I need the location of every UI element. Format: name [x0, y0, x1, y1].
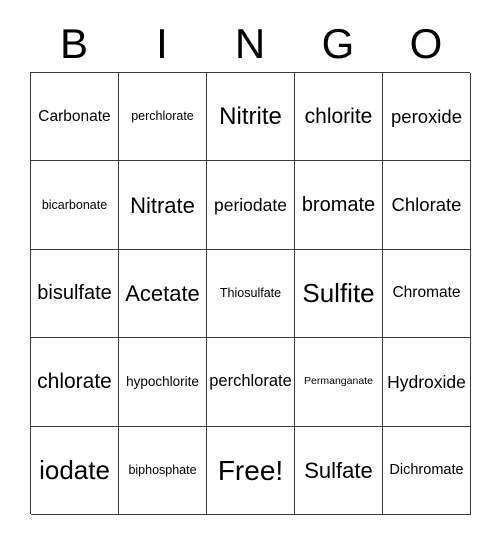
bingo-cell[interactable]: iodate [31, 426, 119, 515]
bingo-cell-label: hypochlorite [126, 373, 199, 389]
bingo-cell-label: perchlorate [209, 372, 292, 391]
bingo-cell-label: Nitrite [219, 103, 282, 131]
bingo-cell-label: bromate [301, 193, 376, 216]
bingo-cell-label: perchlorate [131, 109, 194, 124]
bingo-cell[interactable]: Dichromate [383, 426, 471, 515]
bingo-cell-label: Carbonate [38, 107, 111, 125]
bingo-cell[interactable]: Chlorate [383, 161, 471, 250]
bingo-cell[interactable]: Chromate [383, 249, 471, 339]
bingo-cell-free[interactable]: Free! [207, 426, 295, 515]
bingo-cell[interactable]: perchlorate [207, 338, 295, 427]
bingo-cell-label: biphosphate [128, 462, 197, 477]
bingo-cell[interactable]: peroxide [383, 73, 471, 162]
bingo-cell-label: peroxide [391, 105, 462, 127]
bingo-cell[interactable]: Sulfate [295, 426, 383, 515]
bingo-cell[interactable]: Hydroxide [383, 338, 471, 427]
bingo-cell[interactable]: hypochlorite [119, 338, 207, 427]
bingo-cell[interactable]: periodate [207, 161, 295, 250]
bingo-cell[interactable]: bisulfate [31, 249, 119, 339]
bingo-cell[interactable]: Acetate [119, 249, 207, 339]
bingo-cell-label: bisulfate [37, 281, 112, 304]
bingo-cell-label: Sulfate [304, 457, 373, 483]
bingo-cell-label: Sulfite [302, 277, 375, 308]
bingo-cell[interactable]: Sulfite [295, 249, 383, 339]
bingo-header-row: BINGO [30, 16, 470, 72]
bingo-header-letter-o: O [409, 20, 443, 67]
bingo-header-letter-i: I [156, 20, 168, 67]
bingo-cell-label: Nitrate [130, 192, 195, 218]
bingo-cell-label: Dichromate [389, 461, 464, 478]
bingo-cell-label: Chlorate [391, 194, 462, 216]
bingo-cell-label: Thiosulfate [219, 285, 282, 300]
bingo-cell-label: chlorate [37, 369, 112, 393]
bingo-cell[interactable]: chlorate [31, 338, 119, 427]
bingo-cell[interactable]: Nitrate [119, 161, 207, 250]
bingo-cell[interactable]: bicarbonate [31, 161, 119, 250]
bingo-cell-label: Chromate [392, 284, 461, 302]
bingo-cell-label: bicarbonate [41, 197, 108, 212]
bingo-cell[interactable]: Thiosulfate [207, 249, 295, 339]
bingo-cell-label: periodate [214, 194, 287, 215]
bingo-cell[interactable]: Permanganate [295, 338, 383, 427]
bingo-cell-label: Permanganate [304, 375, 373, 388]
bingo-cell[interactable]: chlorite [295, 73, 383, 162]
bingo-cell-label: Free! [217, 454, 284, 486]
bingo-card: B I N G O Carbonate perchlorate Nitrite chlorit… [0, 0, 500, 544]
bingo-cell[interactable]: perchlorate [119, 73, 207, 162]
bingo-grid: Carbonate perchlorate Nitrite chlorite perox… [30, 72, 471, 515]
bingo-header-letter-g: G [321, 20, 355, 67]
bingo-cell-label: Hydroxide [387, 371, 466, 392]
bingo-cell[interactable]: bromate [295, 161, 383, 250]
bingo-cell[interactable]: biphosphate [119, 426, 207, 515]
bingo-cell-label: chlorite [304, 104, 373, 128]
bingo-cell-label: Acetate [125, 280, 200, 306]
bingo-header-letter-n: N [234, 20, 266, 67]
bingo-cell-label: iodate [39, 454, 110, 485]
bingo-cell[interactable]: Carbonate [31, 73, 119, 162]
bingo-cell[interactable]: Nitrite [207, 73, 295, 162]
bingo-header-letter-b: B [59, 20, 88, 67]
